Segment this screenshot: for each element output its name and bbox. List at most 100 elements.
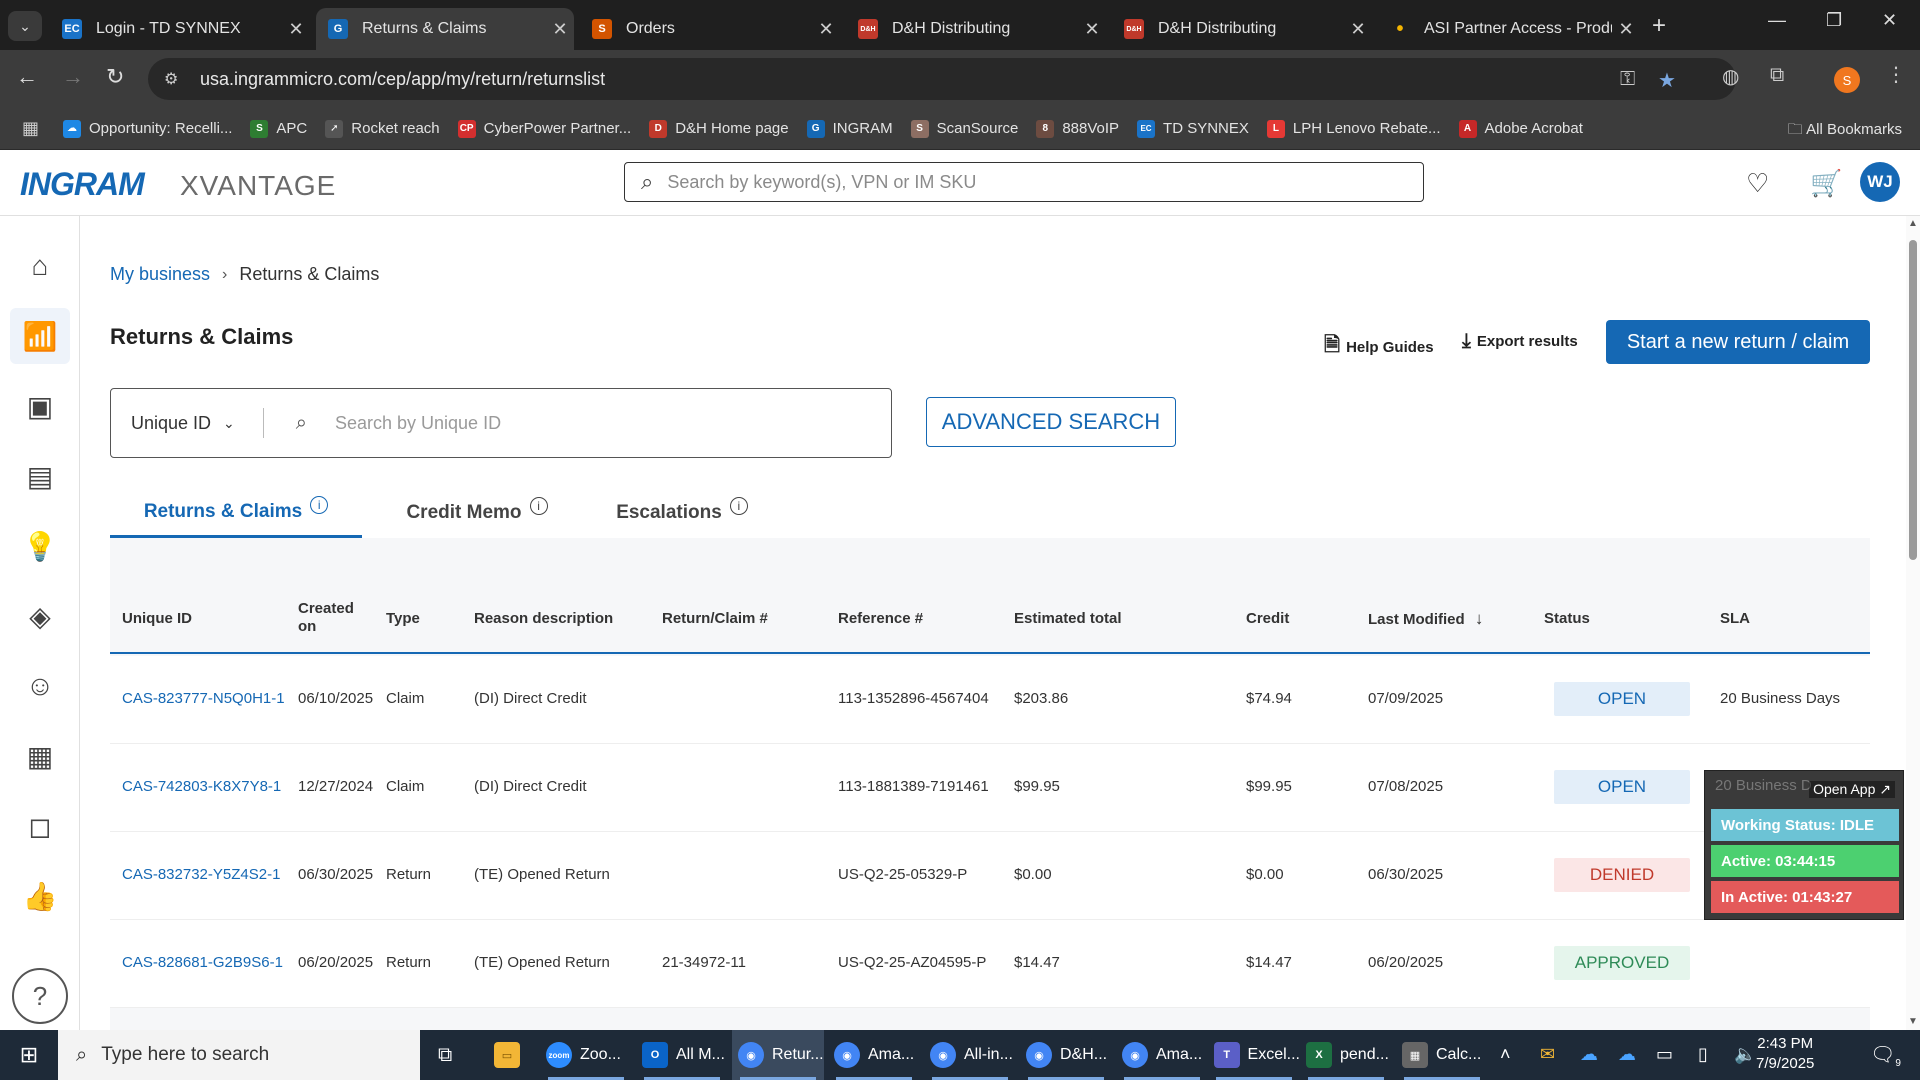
translate-globe-icon[interactable]: ◍ [1722, 64, 1739, 89]
network-icon[interactable]: ▯ [1698, 1044, 1708, 1065]
task-view-icon[interactable]: ⧉ [432, 1030, 472, 1080]
tab-close-icon[interactable]: ✕ [546, 19, 574, 40]
site-info-icon[interactable]: ⚙ [164, 69, 192, 89]
taskbar-chrome-amazon-2[interactable]: ◉ Ama... [1116, 1030, 1208, 1080]
taskbar-chrome-dh[interactable]: ◉ D&H... [1020, 1030, 1112, 1080]
system-clock[interactable]: 2:43 PM 7/9/2025 [1756, 1034, 1814, 1074]
favorites-heart-icon[interactable]: ♡ [1746, 168, 1769, 199]
global-search-box[interactable]: ⌕ [624, 162, 1424, 202]
browser-tab-login-td-synnex[interactable]: EC Login - TD SYNNEX ✕ [50, 8, 310, 50]
taskbar-search-box[interactable]: ⌕ Type here to search [58, 1030, 420, 1080]
col-created-on[interactable]: Created on [298, 600, 358, 636]
bookmark-cyberpower[interactable]: CP CyberPower Partner... [457, 119, 631, 138]
restore-icon[interactable]: ❐ [1826, 10, 1842, 31]
col-credit[interactable]: Credit [1246, 610, 1289, 628]
password-key-icon[interactable]: ⚿ [1620, 68, 1635, 91]
browser-tab-dh-distributing-2[interactable]: D&H D&H Distributing ✕ [1112, 8, 1372, 50]
unique-id-link[interactable]: CAS-823777-N5Q0H1-1 [122, 690, 292, 707]
tab-escalations[interactable]: Escalations i [592, 488, 772, 538]
bookmark-apc[interactable]: S APC [250, 119, 307, 138]
bookmark-dh-home[interactable]: D D&H Home page [649, 119, 789, 138]
home-icon[interactable]: ⌂ [10, 238, 70, 294]
help-question-icon[interactable]: ? [12, 968, 68, 1024]
info-icon[interactable]: i [529, 497, 548, 515]
taskbar-chrome-returns[interactable]: ◉ Retur... [732, 1030, 824, 1080]
mail-icon[interactable]: ✉ [1540, 1044, 1555, 1065]
tab-close-icon[interactable]: ✕ [1612, 19, 1640, 40]
taskbar-excel[interactable]: Xpend... [1300, 1030, 1392, 1080]
tab-credit-memo[interactable]: Credit Memo i [362, 488, 592, 538]
unique-id-link[interactable]: CAS-742803-K8X7Y8-1 [122, 778, 292, 795]
minimize-icon[interactable]: — [1768, 10, 1786, 31]
tab-close-icon[interactable]: ✕ [1078, 19, 1106, 40]
calendar-icon[interactable]: ▦ [10, 728, 70, 784]
help-guides-link[interactable]: 🗎 Help Guides [1324, 330, 1434, 364]
col-estimated-total[interactable]: Estimated total [1014, 610, 1122, 628]
tab-close-icon[interactable]: ✕ [1344, 19, 1372, 40]
info-icon[interactable]: i [310, 495, 329, 514]
onedrive-cloud-icon-2[interactable]: ☁ [1618, 1044, 1636, 1065]
info-icon[interactable]: i [729, 497, 748, 515]
services-cube-icon[interactable]: ◈ [10, 588, 70, 644]
bookmark-star-icon[interactable]: ★ [1658, 68, 1676, 93]
apps-grid-icon[interactable]: ▦ [22, 118, 39, 139]
search-type-dropdown[interactable]: Unique ID ⌄ [131, 413, 235, 434]
tab-returns-claims[interactable]: Returns & Claims i [110, 488, 362, 538]
taskbar-zoom[interactable]: zoom Zoo... [540, 1030, 632, 1080]
bookmark-888voip[interactable]: 8 888VoIP [1036, 119, 1119, 138]
bookmark-rocket-reach[interactable]: ➚ Rocket reach [325, 119, 440, 138]
lightbulb-icon[interactable]: 💡 [10, 518, 70, 574]
col-return-claim[interactable]: Return/Claim # [662, 610, 768, 628]
col-type[interactable]: Type [386, 610, 420, 628]
tab-close-icon[interactable]: ✕ [812, 19, 840, 40]
browser-tab-orders[interactable]: S Orders ✕ [580, 8, 840, 50]
thumbs-up-icon[interactable]: 👍 [10, 868, 70, 924]
ingram-logo[interactable]: INGRAM [20, 166, 145, 203]
extensions-puzzle-icon[interactable]: ⧉ [1770, 64, 1784, 87]
catalog-box-icon[interactable]: ▣ [10, 378, 70, 434]
taskbar-outlook[interactable]: O All M... [636, 1030, 728, 1080]
taskbar-teams[interactable]: T Excel... [1208, 1030, 1300, 1080]
tab-close-icon[interactable]: ✕ [282, 19, 310, 40]
scroll-down-arrow-icon[interactable]: ▼ [1908, 1016, 1918, 1027]
battery-icon[interactable]: ▭ [1656, 1044, 1673, 1065]
support-agent-icon[interactable]: ☺ [10, 658, 70, 714]
bookmark-scansource[interactable]: S ScanSource [910, 119, 1018, 138]
page-scrollbar[interactable]: ▲ ▼ [1906, 216, 1920, 1030]
browser-tab-asi-partner-access[interactable]: • ASI Partner Access - Produ ✕ [1378, 8, 1640, 50]
col-reason[interactable]: Reason description [474, 610, 613, 628]
start-new-return-button[interactable]: Start a new return / claim [1606, 320, 1870, 364]
scrollbar-thumb[interactable] [1909, 240, 1917, 560]
volume-icon[interactable]: 🔈 [1734, 1044, 1756, 1065]
bookmark-opportunity[interactable]: ☁ Opportunity: Recelli... [63, 119, 232, 138]
reload-icon[interactable]: ↻ [106, 64, 124, 90]
onedrive-cloud-icon[interactable]: ☁ [1580, 1044, 1598, 1065]
address-bar[interactable]: ⚙ usa.ingrammicro.com/cep/app/my/return/… [148, 58, 1736, 100]
breadcrumb-my-business[interactable]: My business [110, 264, 210, 285]
bookmark-lph-lenovo[interactable]: L LPH Lenovo Rebate... [1266, 119, 1441, 138]
col-unique-id[interactable]: Unique ID [122, 610, 192, 628]
notification-center-icon[interactable]: 🗨9 [1870, 1042, 1901, 1069]
export-results-link[interactable]: ⤓ Export results [1462, 330, 1578, 353]
col-reference[interactable]: Reference # [838, 610, 923, 628]
cart-icon[interactable]: 🛒 [1810, 168, 1842, 199]
unique-id-search-input[interactable] [334, 412, 755, 434]
shopping-bag-icon[interactable]: ◻ [10, 798, 70, 854]
taskbar-calculator[interactable]: ▦ Calc... [1396, 1030, 1488, 1080]
open-app-button[interactable]: Open App ↗ [1809, 781, 1895, 798]
bookmark-adobe-acrobat[interactable]: A Adobe Acrobat [1458, 119, 1583, 138]
taskbar-chrome-all-in[interactable]: ◉ All-in... [924, 1030, 1016, 1080]
tray-chevron-up-icon[interactable]: ˄ [1500, 1044, 1511, 1065]
windows-start-icon[interactable]: ⊞ [0, 1030, 58, 1080]
close-window-icon[interactable]: ✕ [1882, 10, 1897, 31]
col-status[interactable]: Status [1544, 610, 1590, 628]
my-business-chart-icon[interactable]: 📶 [10, 308, 70, 364]
store-icon[interactable]: ▤ [10, 448, 70, 504]
browser-menu-icon[interactable]: ⋮ [1886, 62, 1906, 87]
taskbar-chrome-amazon[interactable]: ◉ Ama... [828, 1030, 920, 1080]
unique-id-link[interactable]: CAS-828681-G2B9S6-1 [122, 954, 292, 971]
forward-arrow-icon[interactable]: → [62, 64, 84, 90]
bookmark-td-synnex[interactable]: EC TD SYNNEX [1137, 119, 1249, 138]
tab-search-button[interactable]: ⌄ [8, 11, 42, 41]
advanced-search-button[interactable]: ADVANCED SEARCH [926, 397, 1176, 447]
